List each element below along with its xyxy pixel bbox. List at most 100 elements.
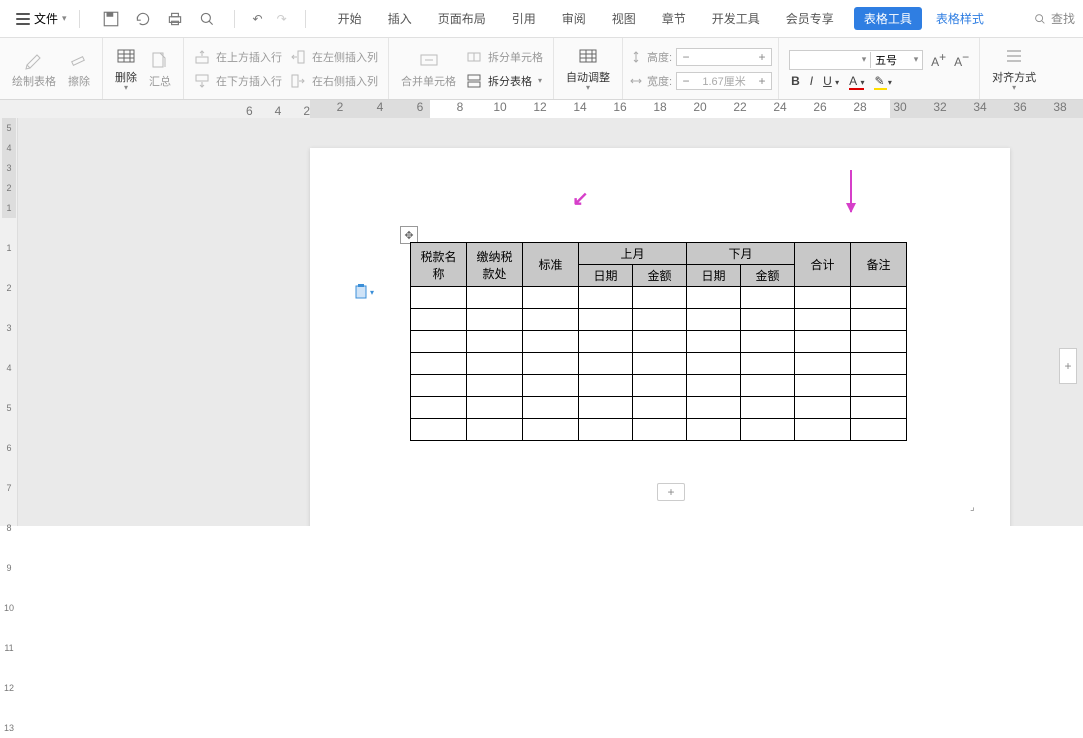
ruler-tick: 3 (2, 318, 16, 338)
tab-table-tools[interactable]: 表格工具 (854, 7, 922, 30)
format-row: B I U ▾ A ▾ ✎ ▾ (785, 74, 892, 88)
ruler-tick: 2 (2, 278, 16, 298)
table-row[interactable] (411, 375, 907, 397)
width-plus-button[interactable]: + (753, 73, 771, 89)
shrink-font-button[interactable]: A− (954, 50, 969, 70)
ruler-tick (2, 578, 16, 598)
merge-cells-button[interactable]: 合并单元格 (395, 49, 462, 89)
split-table-button[interactable]: 拆分表格 ▾ (462, 71, 547, 91)
height-plus-button[interactable]: + (753, 49, 771, 65)
search-button[interactable]: 查找 (1033, 10, 1075, 27)
underline-button[interactable]: U ▾ (823, 74, 839, 88)
grow-font-button[interactable]: A+ (931, 50, 946, 70)
table-header[interactable]: 日期 (687, 265, 741, 287)
table-header[interactable]: 合计 (795, 243, 851, 287)
table-header[interactable]: 上月 (579, 243, 687, 265)
ruler-tick (2, 218, 16, 238)
undo-icon[interactable]: ↶ (253, 12, 263, 26)
tab-table-style[interactable]: 表格样式 (936, 10, 984, 27)
draw-table-button[interactable]: 绘制表格 (6, 49, 62, 89)
height-minus-button[interactable]: − (677, 49, 695, 65)
ruler-tick (910, 100, 930, 118)
tab-dev[interactable]: 开发工具 (710, 6, 762, 31)
add-column-button[interactable]: + (1059, 348, 1077, 384)
ruler-tick: 3 (2, 158, 16, 178)
paste-options-smarttag[interactable]: ▾ (354, 284, 374, 300)
height-icon (629, 50, 643, 64)
ruler-tick: 30 (890, 100, 910, 118)
align-button[interactable]: 对齐方式 ▾ (986, 45, 1042, 92)
table-resize-handle[interactable]: ⌟ (970, 502, 982, 514)
merge-label: 合并单元格 (401, 73, 456, 89)
font-size-value: 五号 (870, 52, 910, 68)
table-header[interactable]: 税款名称 (411, 243, 467, 287)
table-header[interactable]: 标准 (523, 243, 579, 287)
group-font: ▾ 五号 ▾ A+ A− B I U ▾ A ▾ ✎ ▾ (779, 38, 980, 99)
table-header[interactable]: 下月 (687, 243, 795, 265)
autofit-button[interactable]: 自动调整 ▾ (560, 45, 616, 92)
bold-button[interactable]: B (791, 74, 800, 88)
tab-review[interactable]: 审阅 (560, 6, 588, 31)
ruler-tick: 10 (490, 100, 510, 118)
font-color-button[interactable]: A ▾ (849, 74, 864, 88)
insert-row-above-button[interactable]: 在上方插入行 (190, 47, 286, 67)
tab-insert[interactable]: 插入 (386, 6, 414, 31)
ruler-tick (2, 418, 16, 438)
table-header[interactable]: 日期 (579, 265, 633, 287)
highlight-button[interactable]: ✎ ▾ (874, 74, 891, 88)
split-cell-button[interactable]: 拆分单元格 (462, 47, 547, 67)
tab-view[interactable]: 视图 (610, 6, 638, 31)
ruler-tick: 32 (930, 100, 950, 118)
ribbon: 绘制表格 擦除 删除 ▾ 汇总 在上方插入行 在下方插入行 (0, 38, 1083, 100)
quick-access-toolbar: ↶ ↷ (102, 10, 310, 28)
italic-button[interactable]: I (810, 74, 813, 88)
print-icon[interactable] (166, 10, 184, 28)
table-header[interactable]: 金额 (633, 265, 687, 287)
save-icon[interactable] (102, 10, 120, 28)
ruler-tick (470, 100, 490, 118)
table-row[interactable] (411, 397, 907, 419)
insert-col-left-button[interactable]: 在左侧插入列 (286, 47, 382, 67)
preview-icon[interactable] (198, 10, 216, 28)
tab-layout[interactable]: 页面布局 (436, 6, 488, 31)
width-stepper[interactable]: − 1.67厘米 + (676, 72, 772, 90)
font-name-select[interactable]: ▾ 五号 ▾ (789, 50, 923, 70)
insert-row-below-button[interactable]: 在下方插入行 (190, 71, 286, 91)
add-row-button[interactable]: + (657, 483, 685, 501)
file-menu[interactable]: 文件 ▾ (8, 6, 75, 31)
table-row[interactable] (411, 353, 907, 375)
table-row[interactable] (411, 331, 907, 353)
summary-label: 汇总 (149, 73, 171, 89)
table-header-row: 税款名称 缴纳税款处 标准 上月 下月 合计 备注 (411, 243, 907, 265)
data-table[interactable]: 税款名称 缴纳税款处 标准 上月 下月 合计 备注 日期 金额 日期 金额 (410, 242, 907, 441)
table-header[interactable]: 备注 (851, 243, 907, 287)
summary-button[interactable]: 汇总 (143, 49, 177, 89)
tab-chapter[interactable]: 章节 (660, 6, 688, 31)
height-stepper[interactable]: − + (676, 48, 772, 66)
tab-member[interactable]: 会员专享 (784, 6, 836, 31)
ruler-tick (2, 698, 16, 718)
width-minus-button[interactable]: − (677, 73, 695, 89)
group-autofit: 自动调整 ▾ (554, 38, 623, 99)
ruler-tick (510, 100, 530, 118)
ruler-tick: 34 (970, 100, 990, 118)
delete-button[interactable]: 删除 ▾ (109, 45, 143, 92)
table-header[interactable]: 金额 (741, 265, 795, 287)
tab-ref[interactable]: 引用 (510, 6, 538, 31)
document-canvas[interactable]: ↙ ✥ ▾ 税款名称 缴纳税款处 标准 上月 下月 合计 备注 日期 金额 日期… (18, 118, 1083, 526)
ruler-tick: 2 (2, 178, 16, 198)
table-row[interactable] (411, 419, 907, 441)
tab-start[interactable]: 开始 (336, 6, 364, 31)
table-header[interactable]: 缴纳税款处 (467, 243, 523, 287)
table-row[interactable] (411, 309, 907, 331)
page: ↙ ✥ ▾ 税款名称 缴纳税款处 标准 上月 下月 合计 备注 日期 金额 日期… (310, 148, 1010, 526)
insert-col-right-button[interactable]: 在右侧插入列 (286, 71, 382, 91)
redo-icon[interactable]: ↷ (277, 12, 287, 26)
table-row[interactable] (411, 287, 907, 309)
col-width-control: 宽度: − 1.67厘米 + (629, 72, 772, 90)
chevron-down-icon: ▾ (858, 54, 870, 65)
refresh-icon[interactable] (134, 10, 152, 28)
ins-row-below-label: 在下方插入行 (216, 73, 282, 89)
eraser-button[interactable]: 擦除 (62, 49, 96, 89)
ruler-tick (2, 658, 16, 678)
